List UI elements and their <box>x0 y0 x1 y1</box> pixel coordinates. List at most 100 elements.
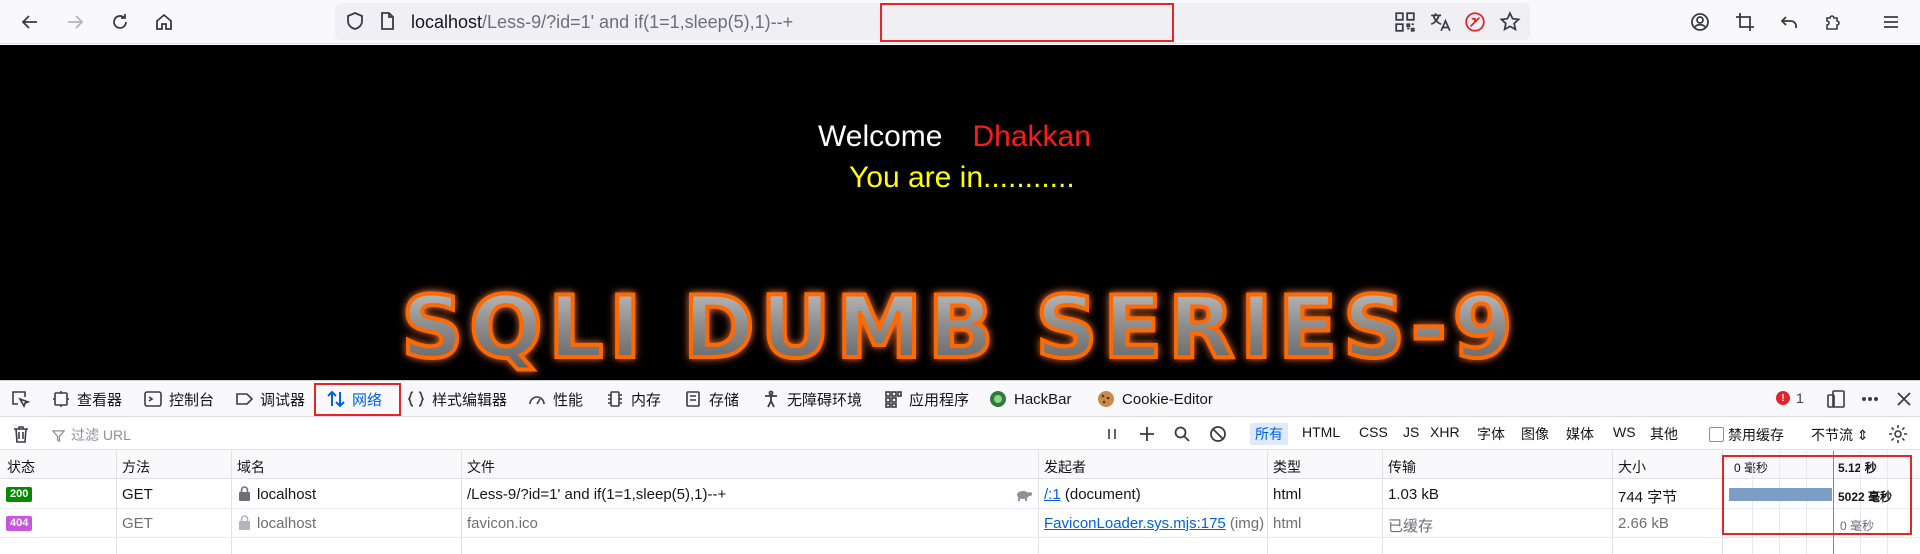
pause-icon[interactable] <box>1103 425 1121 443</box>
add-request-plus-icon[interactable] <box>1138 425 1156 443</box>
welcome-label: Welcome <box>818 120 943 153</box>
filter-type-ws[interactable]: WS <box>1613 424 1636 440</box>
screenshot-crop-icon[interactable] <box>1730 7 1760 37</box>
column-header-size[interactable]: 大小 <box>1618 457 1646 477</box>
error-count-badge[interactable]: ! 1 <box>1776 390 1804 406</box>
filter-type-xhr[interactable]: XHR <box>1430 424 1460 440</box>
url-host: localhost <box>411 12 483 32</box>
filter-type-html[interactable]: HTML <box>1302 424 1340 440</box>
tab-application[interactable]: 应用程序 <box>884 381 969 417</box>
tab-accessibility[interactable]: 无障碍环境 <box>762 381 862 417</box>
tab-debugger[interactable]: 调试器 <box>235 381 305 417</box>
page-info-icon[interactable] <box>377 11 397 31</box>
tab-label: 控制台 <box>169 391 215 409</box>
filter-type-images[interactable]: 图像 <box>1521 424 1549 444</box>
request-method: GET <box>122 515 153 532</box>
undo-icon[interactable] <box>1774 7 1804 37</box>
reload-icon[interactable] <box>105 7 135 37</box>
request-domain: localhost <box>257 486 317 503</box>
account-icon[interactable] <box>1685 7 1715 37</box>
sqli-banner-image: SQLI DUMB SERIES-9 <box>399 276 1518 380</box>
clear-log-trash-icon[interactable] <box>11 424 31 444</box>
table-row[interactable]: 404 GET localhost favicon.ico FaviconLoa… <box>0 509 1920 538</box>
block-requests-icon[interactable] <box>1209 425 1227 443</box>
filter-url-input[interactable]: 过滤 URL <box>52 425 131 445</box>
extensions-puzzle-icon[interactable] <box>1818 7 1848 37</box>
menu-icon[interactable] <box>1876 7 1906 37</box>
initiator-link[interactable]: /:1 <box>1044 486 1061 503</box>
tab-label: 存储 <box>709 391 740 409</box>
address-bar[interactable]: localhost/Less-9/?id=1' and if(1=1,sleep… <box>335 3 1530 42</box>
bookmark-star-icon[interactable] <box>1499 11 1521 33</box>
devtools-panel: 查看器 控制台 调试器 网络 样式编辑器 性能 内存 存储 无障碍环境 应用程序… <box>0 380 1920 554</box>
initiator-link[interactable]: FaviconLoader.sys.mjs:175 <box>1044 515 1226 532</box>
throttling-select[interactable]: 不节流 ⇕ <box>1811 425 1869 445</box>
column-header-initiator[interactable]: 发起者 <box>1044 457 1086 477</box>
tab-label: HackBar <box>1014 390 1072 408</box>
storage-icon <box>686 391 700 407</box>
tab-style-editor[interactable]: 样式编辑器 <box>407 381 507 417</box>
filter-type-other[interactable]: 其他 <box>1650 424 1678 444</box>
table-row[interactable]: 200 GET localhost /Less-9/?id=1' and if(… <box>0 480 1920 509</box>
welcome-line: Welcome Dhakkan <box>818 120 1091 154</box>
column-header-method[interactable]: 方法 <box>122 457 150 477</box>
slow-request-turtle-icon <box>1015 488 1033 501</box>
tab-memory[interactable]: 内存 <box>606 381 661 417</box>
request-file: favicon.ico <box>467 515 538 532</box>
element-picker-icon[interactable] <box>10 389 31 409</box>
request-initiator: FaviconLoader.sys.mjs:175 (img) <box>1044 515 1264 532</box>
more-options-icon[interactable] <box>1860 389 1880 409</box>
request-file: /Less-9/?id=1' and if(1=1,sleep(5),1)--+ <box>467 486 727 503</box>
qr-code-icon[interactable] <box>1394 11 1416 33</box>
tab-label: 无障碍环境 <box>787 391 863 409</box>
shield-icon[interactable] <box>345 11 365 31</box>
filter-type-media[interactable]: 媒体 <box>1566 424 1594 444</box>
tab-inspector[interactable]: 查看器 <box>52 381 122 417</box>
error-icon: ! <box>1776 391 1790 405</box>
network-request-table: 状态 方法 域名 文件 发起者 类型 传输 大小 0 毫秒 5.12 秒 200… <box>0 451 1920 554</box>
close-devtools-icon[interactable] <box>1894 389 1914 409</box>
column-header-type[interactable]: 类型 <box>1273 457 1301 477</box>
request-size: 2.66 kB <box>1618 515 1669 532</box>
filter-type-js[interactable]: JS <box>1403 424 1419 440</box>
request-transferred: 1.03 kB <box>1388 486 1439 503</box>
tab-storage[interactable]: 存储 <box>684 381 739 417</box>
column-header-transferred[interactable]: 传输 <box>1388 457 1416 477</box>
tab-console[interactable]: 控制台 <box>144 381 214 417</box>
filter-type-css[interactable]: CSS <box>1359 424 1388 440</box>
request-domain: localhost <box>257 515 317 532</box>
home-icon[interactable] <box>149 7 179 37</box>
banner-text: SQLI DUMB SERIES-9 <box>401 278 1518 378</box>
tab-label: 内存 <box>631 391 662 409</box>
responsive-design-icon[interactable] <box>1826 389 1846 409</box>
filter-type-all[interactable]: 所有 <box>1250 423 1288 445</box>
column-header-domain[interactable]: 域名 <box>237 457 265 477</box>
tab-cookie-editor[interactable]: Cookie-Editor <box>1097 381 1213 417</box>
initiator-detail: (document) <box>1060 486 1141 503</box>
tab-hackbar[interactable]: HackBar <box>989 381 1072 417</box>
style-editor-icon <box>407 391 425 407</box>
tab-label: Cookie-Editor <box>1122 390 1213 408</box>
translate-icon[interactable] <box>1429 11 1451 33</box>
network-settings-gear-icon[interactable] <box>1888 424 1908 444</box>
filter-placeholder: 过滤 URL <box>71 427 131 443</box>
application-icon <box>885 391 902 408</box>
search-icon[interactable] <box>1173 425 1191 443</box>
accessibility-icon <box>765 390 777 408</box>
lock-icon <box>238 515 251 530</box>
url-text[interactable]: localhost/Less-9/?id=1' and if(1=1,sleep… <box>411 12 793 33</box>
network-filter-bar: 过滤 URL 所有 HTML CSS JS XHR 字体 图像 媒体 WS 其他… <box>0 418 1920 450</box>
column-header-file[interactable]: 文件 <box>467 457 495 477</box>
back-arrow-icon[interactable] <box>15 7 45 37</box>
tab-label: 应用程序 <box>909 391 970 409</box>
forward-arrow-icon[interactable] <box>60 7 90 37</box>
column-header-status[interactable]: 状态 <box>7 457 35 477</box>
disable-cache-checkbox[interactable] <box>1709 427 1724 442</box>
filter-type-fonts[interactable]: 字体 <box>1477 424 1505 444</box>
tab-performance[interactable]: 性能 <box>528 381 583 417</box>
extension-red-icon[interactable] <box>1464 11 1486 33</box>
lock-icon <box>238 486 251 501</box>
request-initiator: /:1 (document) <box>1044 486 1141 503</box>
browser-toolbar: localhost/Less-9/?id=1' and if(1=1,sleep… <box>0 0 1920 44</box>
url-injection-highlight <box>880 3 1174 42</box>
